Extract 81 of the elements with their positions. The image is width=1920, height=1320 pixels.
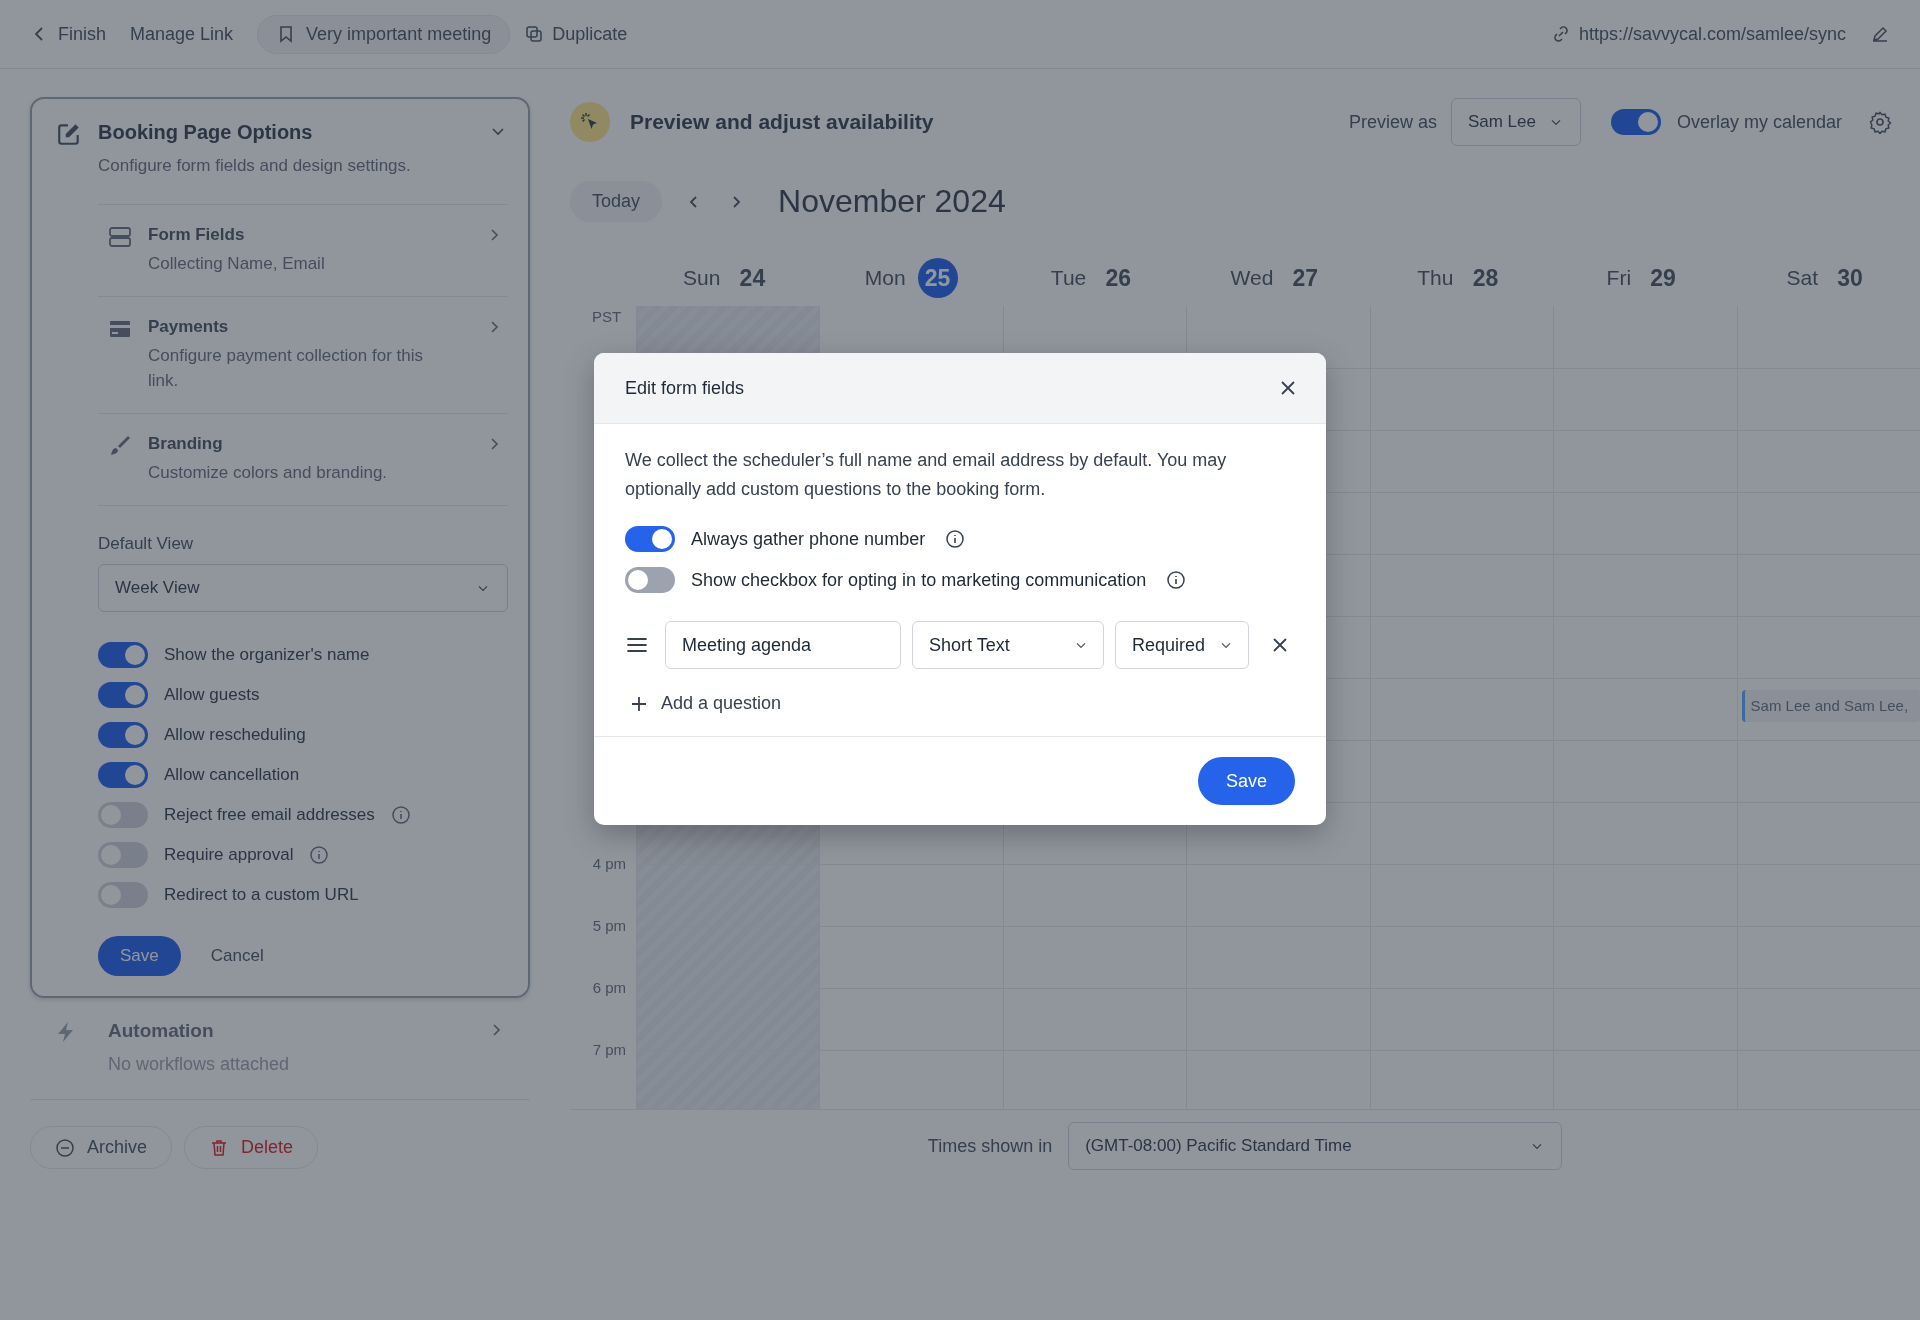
toggle-label: Allow cancellation (164, 765, 300, 785)
toggle-label: Allow guests (164, 685, 260, 705)
automation-title: Automation (108, 1020, 215, 1042)
timezone-label: PST (592, 308, 622, 325)
booking-url-link[interactable]: https://savvycal.com/samlee/sync (1550, 17, 1856, 51)
preview-as-select[interactable]: Sam Lee (1450, 98, 1581, 146)
day-name: Mon (864, 266, 906, 290)
add-question-button[interactable]: Add a question (629, 693, 782, 714)
toggle-label: Always gather phone number (691, 528, 926, 550)
minus-circle-icon[interactable] (55, 1137, 75, 1158)
toggle-switch[interactable] (98, 842, 148, 868)
time-label: 6 pm (592, 979, 626, 996)
toggle-switch[interactable] (98, 882, 148, 908)
toggle-switch[interactable] (98, 642, 148, 668)
day-name: Tue (1050, 266, 1087, 290)
day-number[interactable]: 26 (1098, 258, 1139, 298)
cancel-button[interactable]: Cancel (210, 946, 264, 966)
day-number[interactable]: 24 (732, 258, 773, 298)
day-name: Sun (683, 266, 721, 290)
finish-link[interactable]: Finish (30, 17, 116, 51)
day-number[interactable]: 30 (1830, 258, 1870, 298)
overlay-toggle[interactable] (1610, 109, 1661, 135)
settings-item[interactable]: Payments Configure payment collection for this link. (98, 296, 508, 413)
question-input[interactable]: Meeting agenda (665, 621, 901, 669)
copy-icon[interactable] (524, 24, 545, 44)
default-view-select[interactable]: Week View (98, 564, 508, 612)
day-name: Thu (1417, 266, 1454, 290)
settings-icon[interactable] (1868, 110, 1892, 134)
day-number[interactable]: 29 (1643, 258, 1684, 298)
toggle-switch[interactable] (98, 682, 148, 708)
day-name: Fri (1606, 266, 1632, 290)
toggle-label: Show checkbox for opting in to marketing communication (691, 569, 1147, 591)
calendar-event[interactable]: Sam Lee and Sam Lee, (1741, 690, 1920, 722)
form-fields-icon (108, 225, 132, 249)
toggle-label: Reject free email addresses (164, 805, 375, 825)
section-title: Booking Page Options (98, 121, 314, 144)
section-subtitle: Configure form fields and design settings. (98, 156, 412, 176)
day-number[interactable]: 27 (1285, 258, 1326, 298)
archive-button[interactable]: Archive (30, 1126, 173, 1169)
settings-item[interactable]: Branding Customize colors and branding. (98, 413, 508, 506)
preview-title: Preview and adjust availability (630, 110, 934, 134)
requirement-select[interactable]: Required (1115, 621, 1249, 669)
edit-icon[interactable] (1870, 24, 1890, 44)
edit-icon (56, 121, 82, 147)
info-icon[interactable] (945, 529, 966, 549)
paintbrush-icon (108, 434, 132, 458)
timezone-select[interactable]: (GMT-08:00) Pacific Standard Time (1068, 1122, 1563, 1170)
save-button[interactable]: Save (1197, 757, 1295, 805)
toggle-label: Require approval (164, 845, 294, 865)
time-label: 7 pm (592, 1041, 626, 1058)
times-shown-label: Times shown in (927, 1135, 1053, 1157)
month-title: November 2024 (778, 183, 1006, 220)
day-name: Sat (1786, 266, 1818, 290)
cursor-click-icon (570, 102, 610, 142)
dialog-title: Edit form fields (625, 377, 745, 399)
toggle-switch[interactable] (625, 526, 675, 552)
today-button[interactable]: Today (570, 181, 663, 222)
field-label: Default View (98, 534, 195, 554)
day-number[interactable]: 25 (917, 258, 958, 298)
save-button[interactable]: Save (98, 936, 181, 976)
day-name: Wed (1230, 266, 1274, 290)
time-label: 5 pm (592, 917, 626, 934)
toggle-switch[interactable] (625, 567, 675, 593)
overlay-label: Overlay my calendar (1676, 111, 1842, 133)
toggle-switch[interactable] (98, 762, 148, 788)
info-icon[interactable] (1166, 570, 1187, 590)
toggle-label: Show the organizer's name (164, 645, 370, 665)
manage-link[interactable]: Manage Link (130, 17, 244, 51)
duplicate-link[interactable]: Duplicate (524, 17, 638, 51)
toggle-label: Redirect to a custom URL (164, 885, 359, 905)
question-type-select[interactable]: Short Text (912, 621, 1104, 669)
dialog-description: We collect the scheduler’s full name and email address by default. You may optionally add custom questions to the booking form. (625, 449, 1228, 501)
day-number[interactable]: 28 (1465, 258, 1506, 298)
delete-button[interactable]: Delete (184, 1126, 319, 1169)
settings-item[interactable]: Form Fields Collecting Name, Email (98, 204, 508, 296)
toggle-switch[interactable] (98, 802, 148, 828)
time-label: 4 pm (592, 855, 626, 872)
toggle-switch[interactable] (98, 722, 148, 748)
preview-as-label: Preview as (1348, 111, 1437, 133)
toggle-label: Allow rescheduling (164, 725, 306, 745)
meeting-name-button[interactable]: Very important meeting (257, 14, 511, 54)
